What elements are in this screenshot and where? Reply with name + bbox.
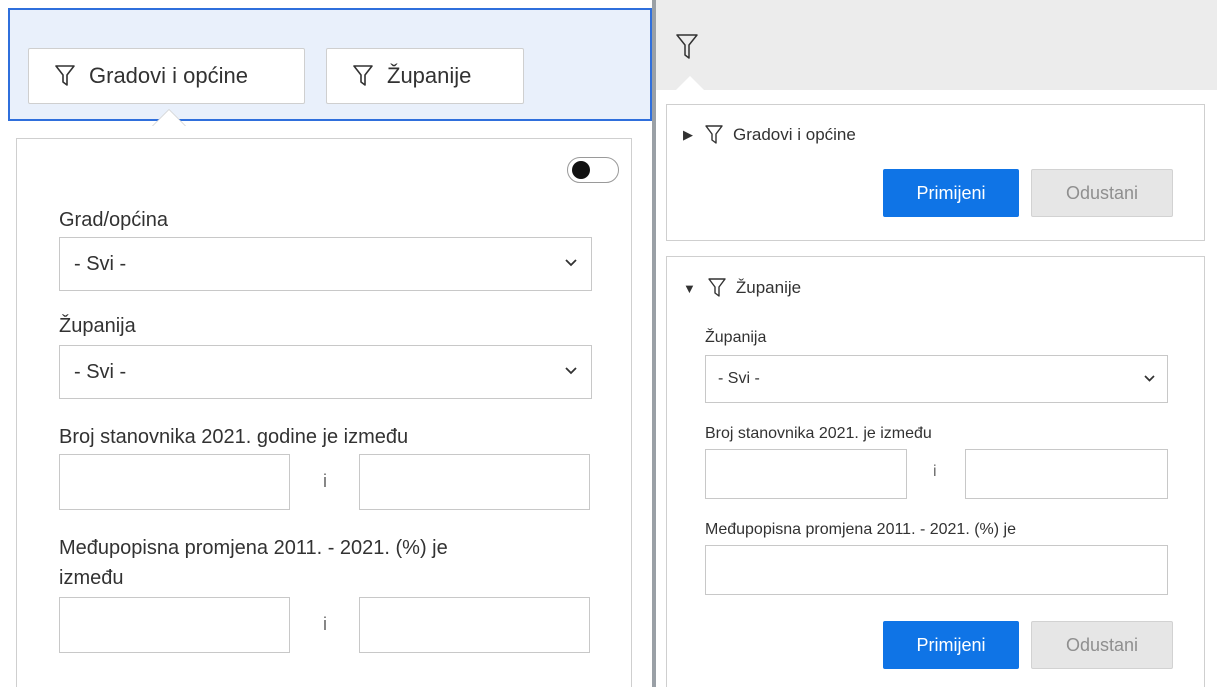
collapse-icon[interactable]: ▼ (683, 281, 696, 296)
grad-label: Grad/općina (59, 209, 168, 231)
range-separator: i (323, 471, 327, 491)
promjena-label: Međupopisna promjena 2011. - 2021. (%) j… (705, 521, 1016, 538)
toggle-knob (572, 161, 590, 179)
tab-label: Županije (387, 63, 472, 88)
tab-zupanije[interactable]: Županije (326, 48, 524, 104)
card-title: Gradovi i općine (733, 125, 856, 144)
zupanija-select-value: - Svi - (74, 360, 127, 383)
promjena-input[interactable] (705, 545, 1168, 595)
filter-panel: Grad/općina - Svi - Županija - Svi - Bro… (16, 138, 632, 687)
expand-icon[interactable]: ▶ (683, 127, 693, 143)
filter-icon[interactable] (676, 34, 698, 65)
zupanija-select[interactable]: - Svi - (705, 355, 1168, 403)
promjena-min-input[interactable] (59, 597, 290, 653)
chevron-down-icon (1144, 375, 1155, 382)
toggle-switch[interactable] (567, 157, 619, 183)
grad-select-value: - Svi - (74, 252, 127, 275)
card-header[interactable]: ▶ Gradovi i općine (683, 125, 856, 145)
promjena-label-cont: između (59, 567, 124, 589)
tab-gradovi-i-opcine[interactable]: Gradovi i općine (28, 48, 305, 104)
broj-max-input[interactable] (965, 449, 1168, 499)
tab-label: Gradovi i općine (89, 63, 248, 88)
zupanija-label: Županija (59, 315, 136, 337)
cancel-button: Odustani (1031, 169, 1173, 217)
zupanija-label: Županija (705, 329, 767, 346)
promjena-max-input[interactable] (359, 597, 590, 653)
broj-max-input[interactable] (359, 454, 590, 510)
panel-pointer (675, 76, 705, 91)
cancel-button: Odustani (1031, 621, 1173, 669)
panel-pointer (152, 110, 186, 127)
card-header[interactable]: ▼ Županije (683, 278, 801, 298)
apply-button[interactable]: Primijeni (883, 621, 1019, 669)
card-title: Županije (735, 278, 802, 297)
zupanija-select-value: - Svi - (718, 370, 760, 387)
filter-icon (705, 125, 723, 144)
broj-min-input[interactable] (59, 454, 290, 510)
broj-min-input[interactable] (705, 449, 907, 499)
chevron-down-icon (565, 259, 577, 267)
broj-stanovnika-label: Broj stanovnika 2021. godine je između (59, 426, 409, 448)
filter-card-zupanije: ▼ Županije Županija - Svi - Broj stanovn… (666, 256, 1205, 687)
range-separator: i (323, 614, 327, 634)
filter-icon (353, 65, 373, 86)
chevron-down-icon (565, 367, 577, 375)
filter-bar: Gradovi i općine Županije (8, 8, 652, 121)
range-separator: i (933, 463, 937, 480)
filter-icon (55, 65, 75, 86)
filter-icon (708, 278, 726, 297)
filter-card-gradovi: ▶ Gradovi i općine Primijeni Odustani (666, 104, 1205, 241)
grad-select[interactable]: - Svi - (59, 237, 592, 291)
broj-stanovnika-label: Broj stanovnika 2021. je između (705, 425, 932, 442)
promjena-label: Međupopisna promjena 2011. - 2021. (%) j… (59, 537, 448, 559)
apply-button[interactable]: Primijeni (883, 169, 1019, 217)
zupanija-select[interactable]: - Svi - (59, 345, 592, 399)
